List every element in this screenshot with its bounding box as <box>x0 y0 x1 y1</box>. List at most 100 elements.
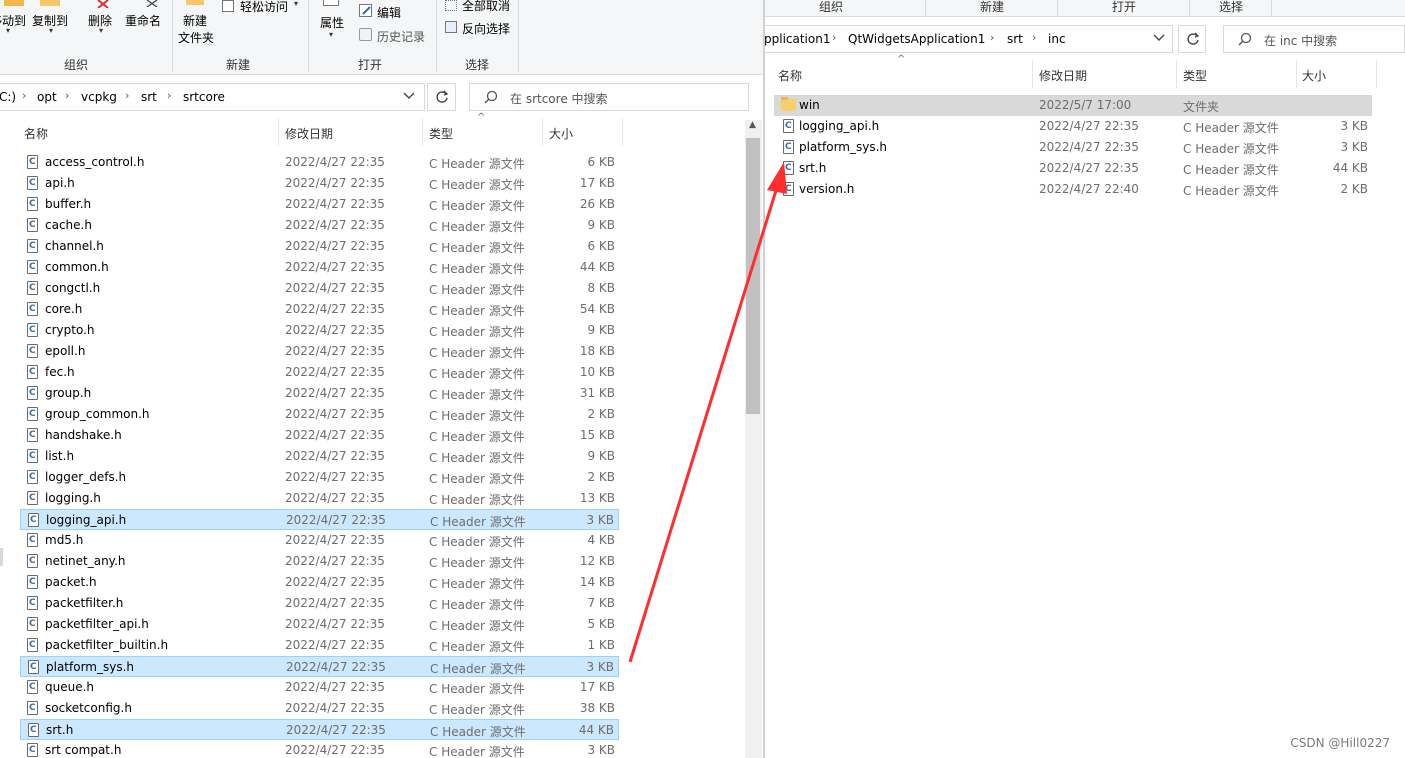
list-item[interactable]: Ccongctl.h 2022/4/27 22:35 C Header 源文件 8 K… <box>20 278 619 299</box>
list-item[interactable]: Cepoll.h 2022/4/27 22:35 C Header 源文件 18 KB <box>20 341 619 362</box>
column-header-date[interactable]: 修改日期 <box>1039 67 1087 84</box>
file-size: 9 KB <box>587 218 615 232</box>
rename-button[interactable]: 重命名 <box>125 12 161 29</box>
file-size: 7 KB <box>587 596 615 610</box>
c-header-file-icon: C <box>27 239 38 253</box>
chevron-down-icon[interactable] <box>403 92 415 100</box>
new-folder-button[interactable]: 新建 <box>183 12 207 29</box>
breadcrumb-srtcore[interactable]: srtcore <box>183 90 225 104</box>
list-item[interactable]: Cpacketfilter.h 2022/4/27 22:35 C Header 源… <box>20 593 619 614</box>
list-item[interactable]: Csrt.h 2022/4/27 22:35 C Header 源文件 44 KB <box>774 158 1372 179</box>
list-item[interactable]: Ccommon.h 2022/4/27 22:35 C Header 源文件 44 K… <box>20 257 619 278</box>
list-item[interactable]: Csocketconfig.h 2022/4/27 22:35 C Header 源… <box>20 698 619 719</box>
file-date: 2022/4/27 22:35 <box>285 155 385 169</box>
rename-icon <box>146 0 158 7</box>
list-item[interactable]: Cversion.h 2022/4/27 22:40 C Header 源文件 2 K… <box>774 179 1372 200</box>
breadcrumb-separator-icon: › <box>22 89 27 102</box>
search-box[interactable]: 在 inc 中搜索 <box>1223 25 1405 53</box>
list-item[interactable]: Ccore.h 2022/4/27 22:35 C Header 源文件 54 KB <box>20 299 619 320</box>
column-header-name[interactable]: 名称 <box>778 67 802 84</box>
list-item[interactable]: Capi.h 2022/4/27 22:35 C Header 源文件 17 KB <box>20 173 619 194</box>
list-item[interactable]: Clogger_defs.h 2022/4/27 22:35 C Header 源文… <box>20 467 619 488</box>
column-header-size[interactable]: 大小 <box>549 125 573 142</box>
list-item[interactable]: Cgroup_common.h 2022/4/27 22:35 C Header 源… <box>20 404 619 425</box>
properties-button[interactable]: 属性 <box>320 14 344 31</box>
c-header-file-icon: C <box>27 365 38 379</box>
search-box[interactable]: 在 srtcore 中搜索 <box>469 83 749 111</box>
breadcrumb-inc[interactable]: inc <box>1048 32 1066 46</box>
chevron-down-icon: ▾ <box>6 26 11 35</box>
file-type: C Header 源文件 <box>429 577 525 591</box>
file-type: C Header 源文件 <box>429 178 525 192</box>
easy-access-button[interactable]: 轻松访问 <box>240 0 288 15</box>
group-label-open: 打开 <box>358 58 383 72</box>
search-icon <box>484 90 498 104</box>
scroll-up-icon[interactable]: ▲ <box>749 120 756 130</box>
list-item[interactable]: Cfec.h 2022/4/27 22:35 C Header 源文件 10 KB <box>20 362 619 383</box>
chevron-down-icon: ▾ <box>294 0 299 8</box>
edit-button[interactable]: 编辑 <box>377 4 401 21</box>
list-item[interactable]: Cpacketfilter_api.h 2022/4/27 22:35 C Head… <box>20 614 619 635</box>
file-name: common.h <box>45 260 109 274</box>
list-item[interactable]: Clogging_api.h 2022/4/27 22:35 C Header 源文… <box>20 509 619 530</box>
vertical-scrollbar[interactable]: ▲ <box>745 120 762 758</box>
column-header-name[interactable]: 名称 <box>24 125 48 142</box>
breadcrumb-project[interactable]: pplication1 <box>765 32 830 46</box>
column-header-date[interactable]: 修改日期 <box>285 125 333 142</box>
column-header-type[interactable]: 类型 <box>429 125 453 142</box>
breadcrumb-qtwidgets[interactable]: QtWidgetsApplication1 <box>848 32 985 46</box>
file-name: fec.h <box>45 365 75 379</box>
breadcrumb-srt[interactable]: srt <box>1007 32 1023 46</box>
list-item[interactable]: Csrt.h 2022/4/27 22:35 C Header 源文件 44 KB <box>20 719 619 740</box>
file-name: handshake.h <box>45 428 122 442</box>
scrollbar-thumb[interactable] <box>746 138 760 414</box>
list-item[interactable]: Caccess_control.h 2022/4/27 22:35 C Header… <box>20 152 619 173</box>
copy-to-icon <box>40 0 60 6</box>
list-item[interactable]: Cpacketfilter_builtin.h 2022/4/27 22:35 C … <box>20 635 619 656</box>
list-item[interactable]: Cmd5.h 2022/4/27 22:35 C Header 源文件 4 KB <box>20 530 619 551</box>
group-label-select: 选择 <box>1219 0 1244 14</box>
breadcrumb-drive[interactable]: C:) <box>0 90 16 104</box>
c-header-file-icon: C <box>27 533 38 547</box>
column-header-size[interactable]: 大小 <box>1302 67 1326 84</box>
refresh-button[interactable] <box>427 83 456 111</box>
address-bar[interactable]: pplication1 › QtWidgetsApplication1 › sr… <box>765 25 1173 53</box>
file-name: packet.h <box>45 575 97 589</box>
list-item[interactable]: Clogging.h 2022/4/27 22:35 C Header 源文件 13 … <box>20 488 619 509</box>
file-type: C Header 源文件 <box>429 346 525 360</box>
address-bar[interactable]: C:) › opt › vcpkg › srt › srtcore <box>0 83 425 111</box>
breadcrumb-opt[interactable]: opt <box>37 90 57 104</box>
list-item[interactable]: Chandshake.h 2022/4/27 22:35 C Header 源文件 1… <box>20 425 619 446</box>
list-item[interactable]: Ccrypto.h 2022/4/27 22:35 C Header 源文件 9 KB <box>20 320 619 341</box>
list-item[interactable]: win 2022/5/7 17:00 文件夹 <box>774 95 1372 116</box>
list-item[interactable]: Cplatform_sys.h 2022/4/27 22:35 C Header 源… <box>20 656 619 677</box>
list-item[interactable]: Cchannel.h 2022/4/27 22:35 C Header 源文件 6 K… <box>20 236 619 257</box>
breadcrumb-vcpkg[interactable]: vcpkg <box>81 90 117 104</box>
list-item[interactable]: Cpacket.h 2022/4/27 22:35 C Header 源文件 14 K… <box>20 572 619 593</box>
list-item[interactable]: Csrt compat.h 2022/4/27 22:35 C Header 源文件… <box>20 740 619 758</box>
c-header-file-icon: C <box>27 407 38 421</box>
select-none-button[interactable]: 全部取消 <box>462 0 510 14</box>
file-type: C Header 源文件 <box>429 157 525 171</box>
c-header-file-icon: C <box>27 197 38 211</box>
list-item[interactable]: Cbuffer.h 2022/4/27 22:35 C Header 源文件 26 K… <box>20 194 619 215</box>
invert-selection-button[interactable]: 反向选择 <box>462 20 510 37</box>
list-item[interactable]: Cqueue.h 2022/4/27 22:35 C Header 源文件 17 KB <box>20 677 619 698</box>
refresh-button[interactable] <box>1178 25 1206 53</box>
list-item[interactable]: Cplatform_sys.h 2022/4/27 22:35 C Header 源… <box>774 137 1372 158</box>
breadcrumb-srt[interactable]: srt <box>141 90 157 104</box>
list-item[interactable]: Clist.h 2022/4/27 22:35 C Header 源文件 9 KB <box>20 446 619 467</box>
file-size: 18 KB <box>579 344 615 358</box>
list-item[interactable]: Cnetinet_any.h 2022/4/27 22:35 C Header 源文… <box>20 551 619 572</box>
list-item[interactable]: Ccache.h 2022/4/27 22:35 C Header 源文件 9 KB <box>20 215 619 236</box>
file-date: 2022/4/27 22:35 <box>285 218 385 232</box>
file-date: 2022/4/27 22:35 <box>1039 161 1139 175</box>
edit-icon <box>359 4 372 17</box>
file-date: 2022/4/27 22:35 <box>285 701 385 715</box>
move-to-button[interactable]: 移动到 <box>0 12 26 29</box>
chevron-down-icon[interactable] <box>1153 34 1165 42</box>
list-item[interactable]: Clogging_api.h 2022/4/27 22:35 C Header 源文… <box>774 116 1372 137</box>
column-header-type[interactable]: 类型 <box>1183 67 1207 84</box>
history-button[interactable]: 历史记录 <box>377 28 425 45</box>
list-item[interactable]: Cgroup.h 2022/4/27 22:35 C Header 源文件 31 KB <box>20 383 619 404</box>
